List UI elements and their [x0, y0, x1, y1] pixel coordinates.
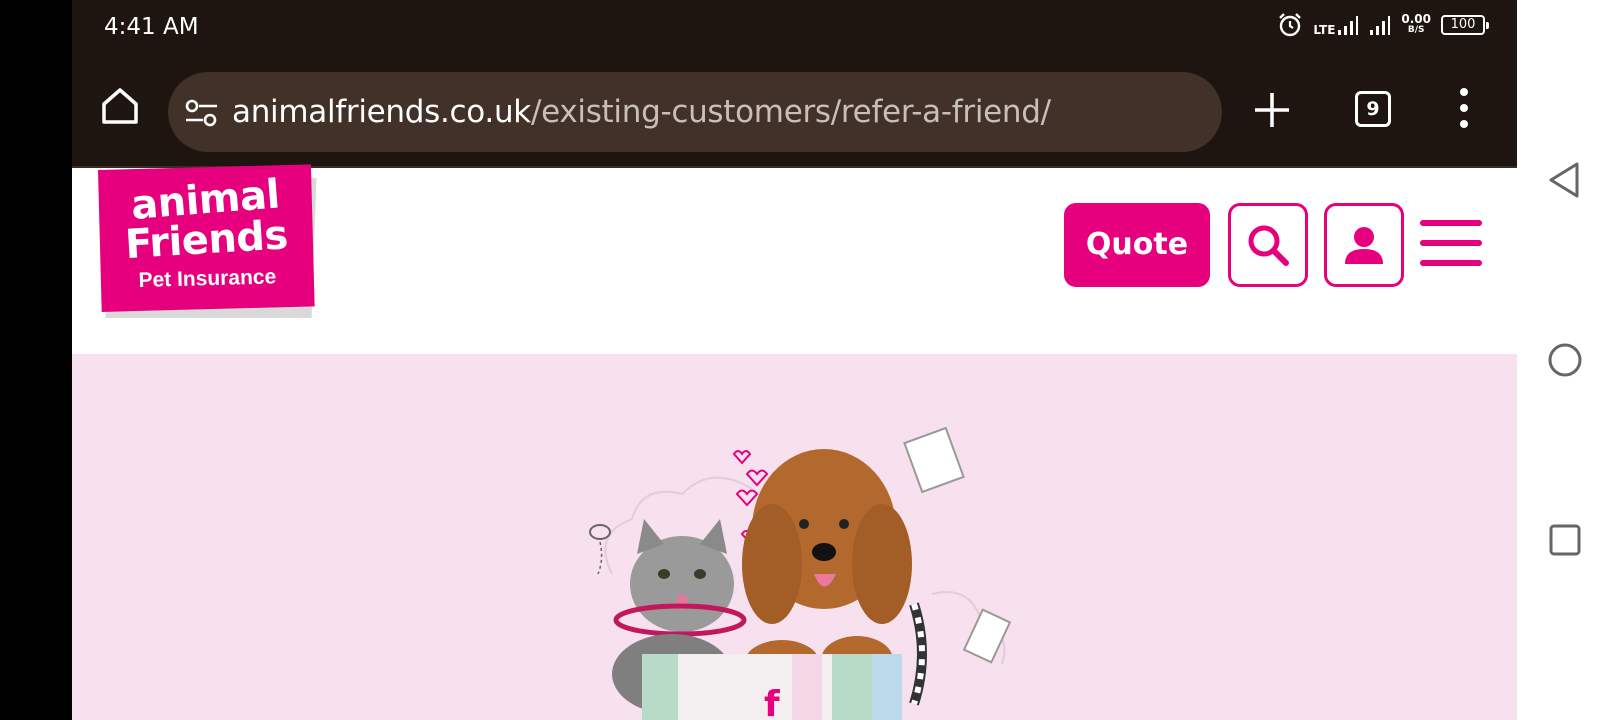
search-button[interactable] — [1228, 203, 1308, 287]
hamburger-line — [1420, 260, 1482, 266]
site-settings-icon[interactable] — [184, 98, 220, 128]
brand-logo[interactable]: animal Friends Pet Insurance — [98, 164, 317, 322]
home-icon[interactable] — [98, 84, 142, 128]
network-indicator: LTE — [1313, 14, 1359, 36]
more-vert-icon[interactable] — [1454, 86, 1474, 130]
status-icons: LTE 0.00 B/S 100 — [1277, 12, 1489, 38]
url-domain: animalfriends.co.uk — [232, 94, 531, 130]
speed-unit: B/S — [1407, 25, 1425, 35]
hero-illustration: f — [589, 426, 1012, 720]
quote-button[interactable]: Quote — [1064, 203, 1210, 287]
status-time: 4:41 AM — [104, 14, 199, 40]
recents-icon[interactable] — [1545, 520, 1585, 560]
signal-icon — [1338, 16, 1359, 35]
hamburger-line — [1420, 220, 1482, 226]
home-circle-icon[interactable] — [1545, 340, 1585, 380]
plus-icon[interactable] — [1252, 90, 1292, 130]
speed-value: 0.00 — [1401, 12, 1431, 26]
battery-icon: 100 — [1441, 15, 1489, 35]
screen: 4:41 AM LTE 0.00 B/S 100 animalfriends.c… — [0, 0, 1612, 720]
android-nav-bar — [1517, 0, 1612, 720]
account-button[interactable] — [1324, 203, 1404, 287]
logo-box: animal Friends Pet Insurance — [98, 164, 315, 312]
tab-switcher-button[interactable]: 9 — [1355, 91, 1391, 127]
site-header: animal Friends Pet Insurance Quote — [72, 164, 1517, 354]
status-bar: 4:41 AM LTE 0.00 B/S 100 — [72, 0, 1517, 56]
network-label: LTE — [1313, 23, 1336, 37]
hamburger-icon[interactable] — [1420, 220, 1482, 268]
network-speed: 0.00 B/S — [1401, 12, 1431, 36]
phone-screen: 4:41 AM LTE 0.00 B/S 100 animalfriends.c… — [72, 0, 1517, 720]
alarm-icon — [1279, 13, 1302, 37]
url-bar[interactable]: animalfriends.co.uk/existing-customers/r… — [168, 72, 1222, 152]
logo-text-pet-insurance: Pet Insurance — [138, 265, 277, 292]
svg-text:f: f — [764, 684, 780, 720]
user-icon — [1345, 227, 1383, 264]
browser-toolbar: animalfriends.co.uk/existing-customers/r… — [72, 56, 1517, 168]
back-icon[interactable] — [1545, 160, 1585, 200]
search-icon — [1248, 225, 1289, 266]
url-text[interactable]: animalfriends.co.uk/existing-customers/r… — [232, 94, 1051, 130]
hamburger-line — [1420, 240, 1482, 246]
signal-icon — [1370, 16, 1391, 35]
hero-banner: f — [72, 354, 1517, 720]
url-path: /existing-customers/refer-a-friend/ — [530, 94, 1051, 130]
